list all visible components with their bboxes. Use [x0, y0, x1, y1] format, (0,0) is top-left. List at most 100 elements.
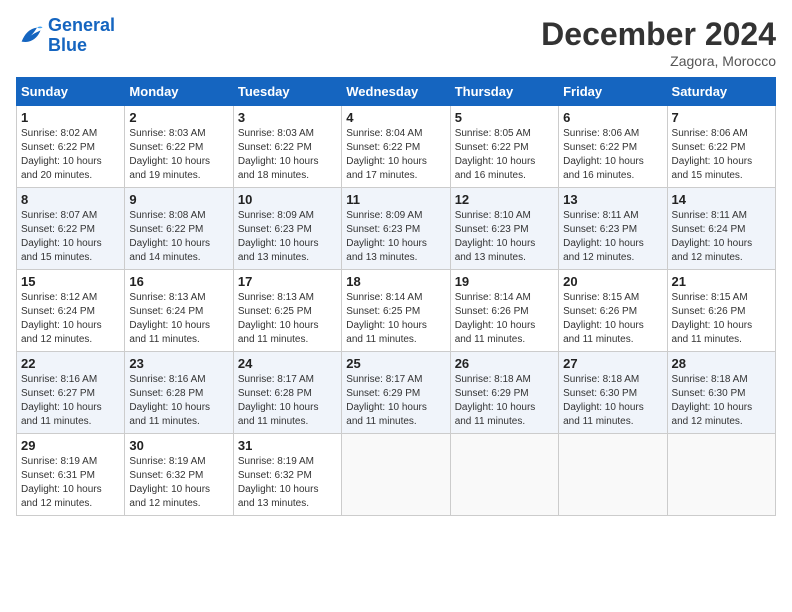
day-number: 3 — [238, 110, 337, 125]
day-number: 23 — [129, 356, 228, 371]
day-number: 7 — [672, 110, 771, 125]
day-number: 28 — [672, 356, 771, 371]
day-number: 11 — [346, 192, 445, 207]
title-block: December 2024 Zagora, Morocco — [541, 16, 776, 69]
header-friday: Friday — [559, 78, 667, 106]
logo: General Blue — [16, 16, 115, 56]
day-info: Sunrise: 8:19 AM Sunset: 6:31 PM Dayligh… — [21, 455, 120, 511]
day-info: Sunrise: 8:19 AM Sunset: 6:32 PM Dayligh… — [129, 455, 228, 511]
day-number: 18 — [346, 274, 445, 289]
day-number: 4 — [346, 110, 445, 125]
calendar-cell: 19 Sunrise: 8:14 AM Sunset: 6:26 PM Dayli… — [450, 270, 558, 352]
day-info: Sunrise: 8:15 AM Sunset: 6:26 PM Dayligh… — [672, 291, 771, 347]
calendar-cell: 23 Sunrise: 8:16 AM Sunset: 6:28 PM Dayli… — [125, 352, 233, 434]
day-number: 25 — [346, 356, 445, 371]
day-info: Sunrise: 8:14 AM Sunset: 6:26 PM Dayligh… — [455, 291, 554, 347]
logo-text: General Blue — [48, 16, 115, 56]
day-number: 24 — [238, 356, 337, 371]
day-number: 22 — [21, 356, 120, 371]
calendar-cell — [559, 434, 667, 516]
calendar-cell: 9 Sunrise: 8:08 AM Sunset: 6:22 PM Daylig… — [125, 188, 233, 270]
day-info: Sunrise: 8:04 AM Sunset: 6:22 PM Dayligh… — [346, 127, 445, 183]
day-info: Sunrise: 8:09 AM Sunset: 6:23 PM Dayligh… — [238, 209, 337, 265]
calendar-cell: 4 Sunrise: 8:04 AM Sunset: 6:22 PM Daylig… — [342, 106, 450, 188]
header-monday: Monday — [125, 78, 233, 106]
header-tuesday: Tuesday — [233, 78, 341, 106]
day-number: 29 — [21, 438, 120, 453]
day-number: 20 — [563, 274, 662, 289]
day-info: Sunrise: 8:05 AM Sunset: 6:22 PM Dayligh… — [455, 127, 554, 183]
day-info: Sunrise: 8:18 AM Sunset: 6:29 PM Dayligh… — [455, 373, 554, 429]
calendar-cell: 21 Sunrise: 8:15 AM Sunset: 6:26 PM Dayli… — [667, 270, 775, 352]
day-info: Sunrise: 8:14 AM Sunset: 6:25 PM Dayligh… — [346, 291, 445, 347]
calendar-week-3: 15 Sunrise: 8:12 AM Sunset: 6:24 PM Dayli… — [17, 270, 776, 352]
calendar-cell: 14Sunrise: 8:11 AM Sunset: 6:24 PM Dayli… — [667, 188, 775, 270]
day-info: Sunrise: 8:17 AM Sunset: 6:29 PM Dayligh… — [346, 373, 445, 429]
logo-icon — [16, 22, 44, 50]
calendar-cell: 29 Sunrise: 8:19 AM Sunset: 6:31 PM Dayli… — [17, 434, 125, 516]
header-thursday: Thursday — [450, 78, 558, 106]
calendar-header-row: SundayMondayTuesdayWednesdayThursdayFrid… — [17, 78, 776, 106]
day-info: Sunrise: 8:17 AM Sunset: 6:28 PM Dayligh… — [238, 373, 337, 429]
day-number: 14 — [672, 192, 771, 207]
calendar-cell: 10 Sunrise: 8:09 AM Sunset: 6:23 PM Dayli… — [233, 188, 341, 270]
calendar-cell: 20 Sunrise: 8:15 AM Sunset: 6:26 PM Dayli… — [559, 270, 667, 352]
day-info: Sunrise: 8:08 AM Sunset: 6:22 PM Dayligh… — [129, 209, 228, 265]
calendar-cell: 26 Sunrise: 8:18 AM Sunset: 6:29 PM Dayli… — [450, 352, 558, 434]
day-info: Sunrise: 8:02 AM Sunset: 6:22 PM Dayligh… — [21, 127, 120, 183]
calendar-cell: 17 Sunrise: 8:13 AM Sunset: 6:25 PM Dayli… — [233, 270, 341, 352]
day-info: Sunrise: 8:16 AM Sunset: 6:28 PM Dayligh… — [129, 373, 228, 429]
day-info: Sunrise: 8:03 AM Sunset: 6:22 PM Dayligh… — [238, 127, 337, 183]
calendar-cell — [342, 434, 450, 516]
day-info: Sunrise: 8:09 AM Sunset: 6:23 PM Dayligh… — [346, 209, 445, 265]
day-number: 1 — [21, 110, 120, 125]
day-info: Sunrise: 8:03 AM Sunset: 6:22 PM Dayligh… — [129, 127, 228, 183]
day-number: 5 — [455, 110, 554, 125]
calendar-cell: 5 Sunrise: 8:05 AM Sunset: 6:22 PM Daylig… — [450, 106, 558, 188]
day-info: Sunrise: 8:06 AM Sunset: 6:22 PM Dayligh… — [672, 127, 771, 183]
calendar-cell: 28 Sunrise: 8:18 AM Sunset: 6:30 PM Dayli… — [667, 352, 775, 434]
day-info: Sunrise: 8:15 AM Sunset: 6:26 PM Dayligh… — [563, 291, 662, 347]
day-info: Sunrise: 8:13 AM Sunset: 6:25 PM Dayligh… — [238, 291, 337, 347]
day-number: 15 — [21, 274, 120, 289]
calendar-week-1: 1 Sunrise: 8:02 AM Sunset: 6:22 PM Daylig… — [17, 106, 776, 188]
day-number: 31 — [238, 438, 337, 453]
calendar-cell: 25 Sunrise: 8:17 AM Sunset: 6:29 PM Dayli… — [342, 352, 450, 434]
day-info: Sunrise: 8:18 AM Sunset: 6:30 PM Dayligh… — [672, 373, 771, 429]
day-number: 8 — [21, 192, 120, 207]
calendar-cell: 27Sunrise: 8:18 AM Sunset: 6:30 PM Dayli… — [559, 352, 667, 434]
calendar-cell — [450, 434, 558, 516]
day-number: 27 — [563, 356, 662, 371]
day-number: 21 — [672, 274, 771, 289]
day-number: 10 — [238, 192, 337, 207]
day-number: 9 — [129, 192, 228, 207]
day-number: 16 — [129, 274, 228, 289]
day-number: 17 — [238, 274, 337, 289]
calendar-cell: 8 Sunrise: 8:07 AM Sunset: 6:22 PM Daylig… — [17, 188, 125, 270]
calendar-cell: 2Sunrise: 8:03 AM Sunset: 6:22 PM Daylig… — [125, 106, 233, 188]
calendar-cell: 13Sunrise: 8:11 AM Sunset: 6:23 PM Dayli… — [559, 188, 667, 270]
day-number: 26 — [455, 356, 554, 371]
calendar-cell: 18 Sunrise: 8:14 AM Sunset: 6:25 PM Dayli… — [342, 270, 450, 352]
day-info: Sunrise: 8:13 AM Sunset: 6:24 PM Dayligh… — [129, 291, 228, 347]
calendar-cell: 6Sunrise: 8:06 AM Sunset: 6:22 PM Daylig… — [559, 106, 667, 188]
calendar-week-5: 29 Sunrise: 8:19 AM Sunset: 6:31 PM Dayli… — [17, 434, 776, 516]
calendar-cell: 31 Sunrise: 8:19 AM Sunset: 6:32 PM Dayli… — [233, 434, 341, 516]
calendar-cell: 1 Sunrise: 8:02 AM Sunset: 6:22 PM Daylig… — [17, 106, 125, 188]
calendar-cell: 12Sunrise: 8:10 AM Sunset: 6:23 PM Dayli… — [450, 188, 558, 270]
calendar-cell: 15 Sunrise: 8:12 AM Sunset: 6:24 PM Dayli… — [17, 270, 125, 352]
calendar-cell: 3 Sunrise: 8:03 AM Sunset: 6:22 PM Daylig… — [233, 106, 341, 188]
day-info: Sunrise: 8:19 AM Sunset: 6:32 PM Dayligh… — [238, 455, 337, 511]
calendar-cell: 11 Sunrise: 8:09 AM Sunset: 6:23 PM Dayli… — [342, 188, 450, 270]
day-info: Sunrise: 8:12 AM Sunset: 6:24 PM Dayligh… — [21, 291, 120, 347]
header-sunday: Sunday — [17, 78, 125, 106]
calendar-cell: 16 Sunrise: 8:13 AM Sunset: 6:24 PM Dayli… — [125, 270, 233, 352]
month-title: December 2024 — [541, 16, 776, 53]
calendar-cell: 7 Sunrise: 8:06 AM Sunset: 6:22 PM Daylig… — [667, 106, 775, 188]
day-info: Sunrise: 8:06 AM Sunset: 6:22 PM Dayligh… — [563, 127, 662, 183]
header-wednesday: Wednesday — [342, 78, 450, 106]
calendar-cell — [667, 434, 775, 516]
calendar-cell: 24 Sunrise: 8:17 AM Sunset: 6:28 PM Dayli… — [233, 352, 341, 434]
day-number: 19 — [455, 274, 554, 289]
day-info: Sunrise: 8:07 AM Sunset: 6:22 PM Dayligh… — [21, 209, 120, 265]
